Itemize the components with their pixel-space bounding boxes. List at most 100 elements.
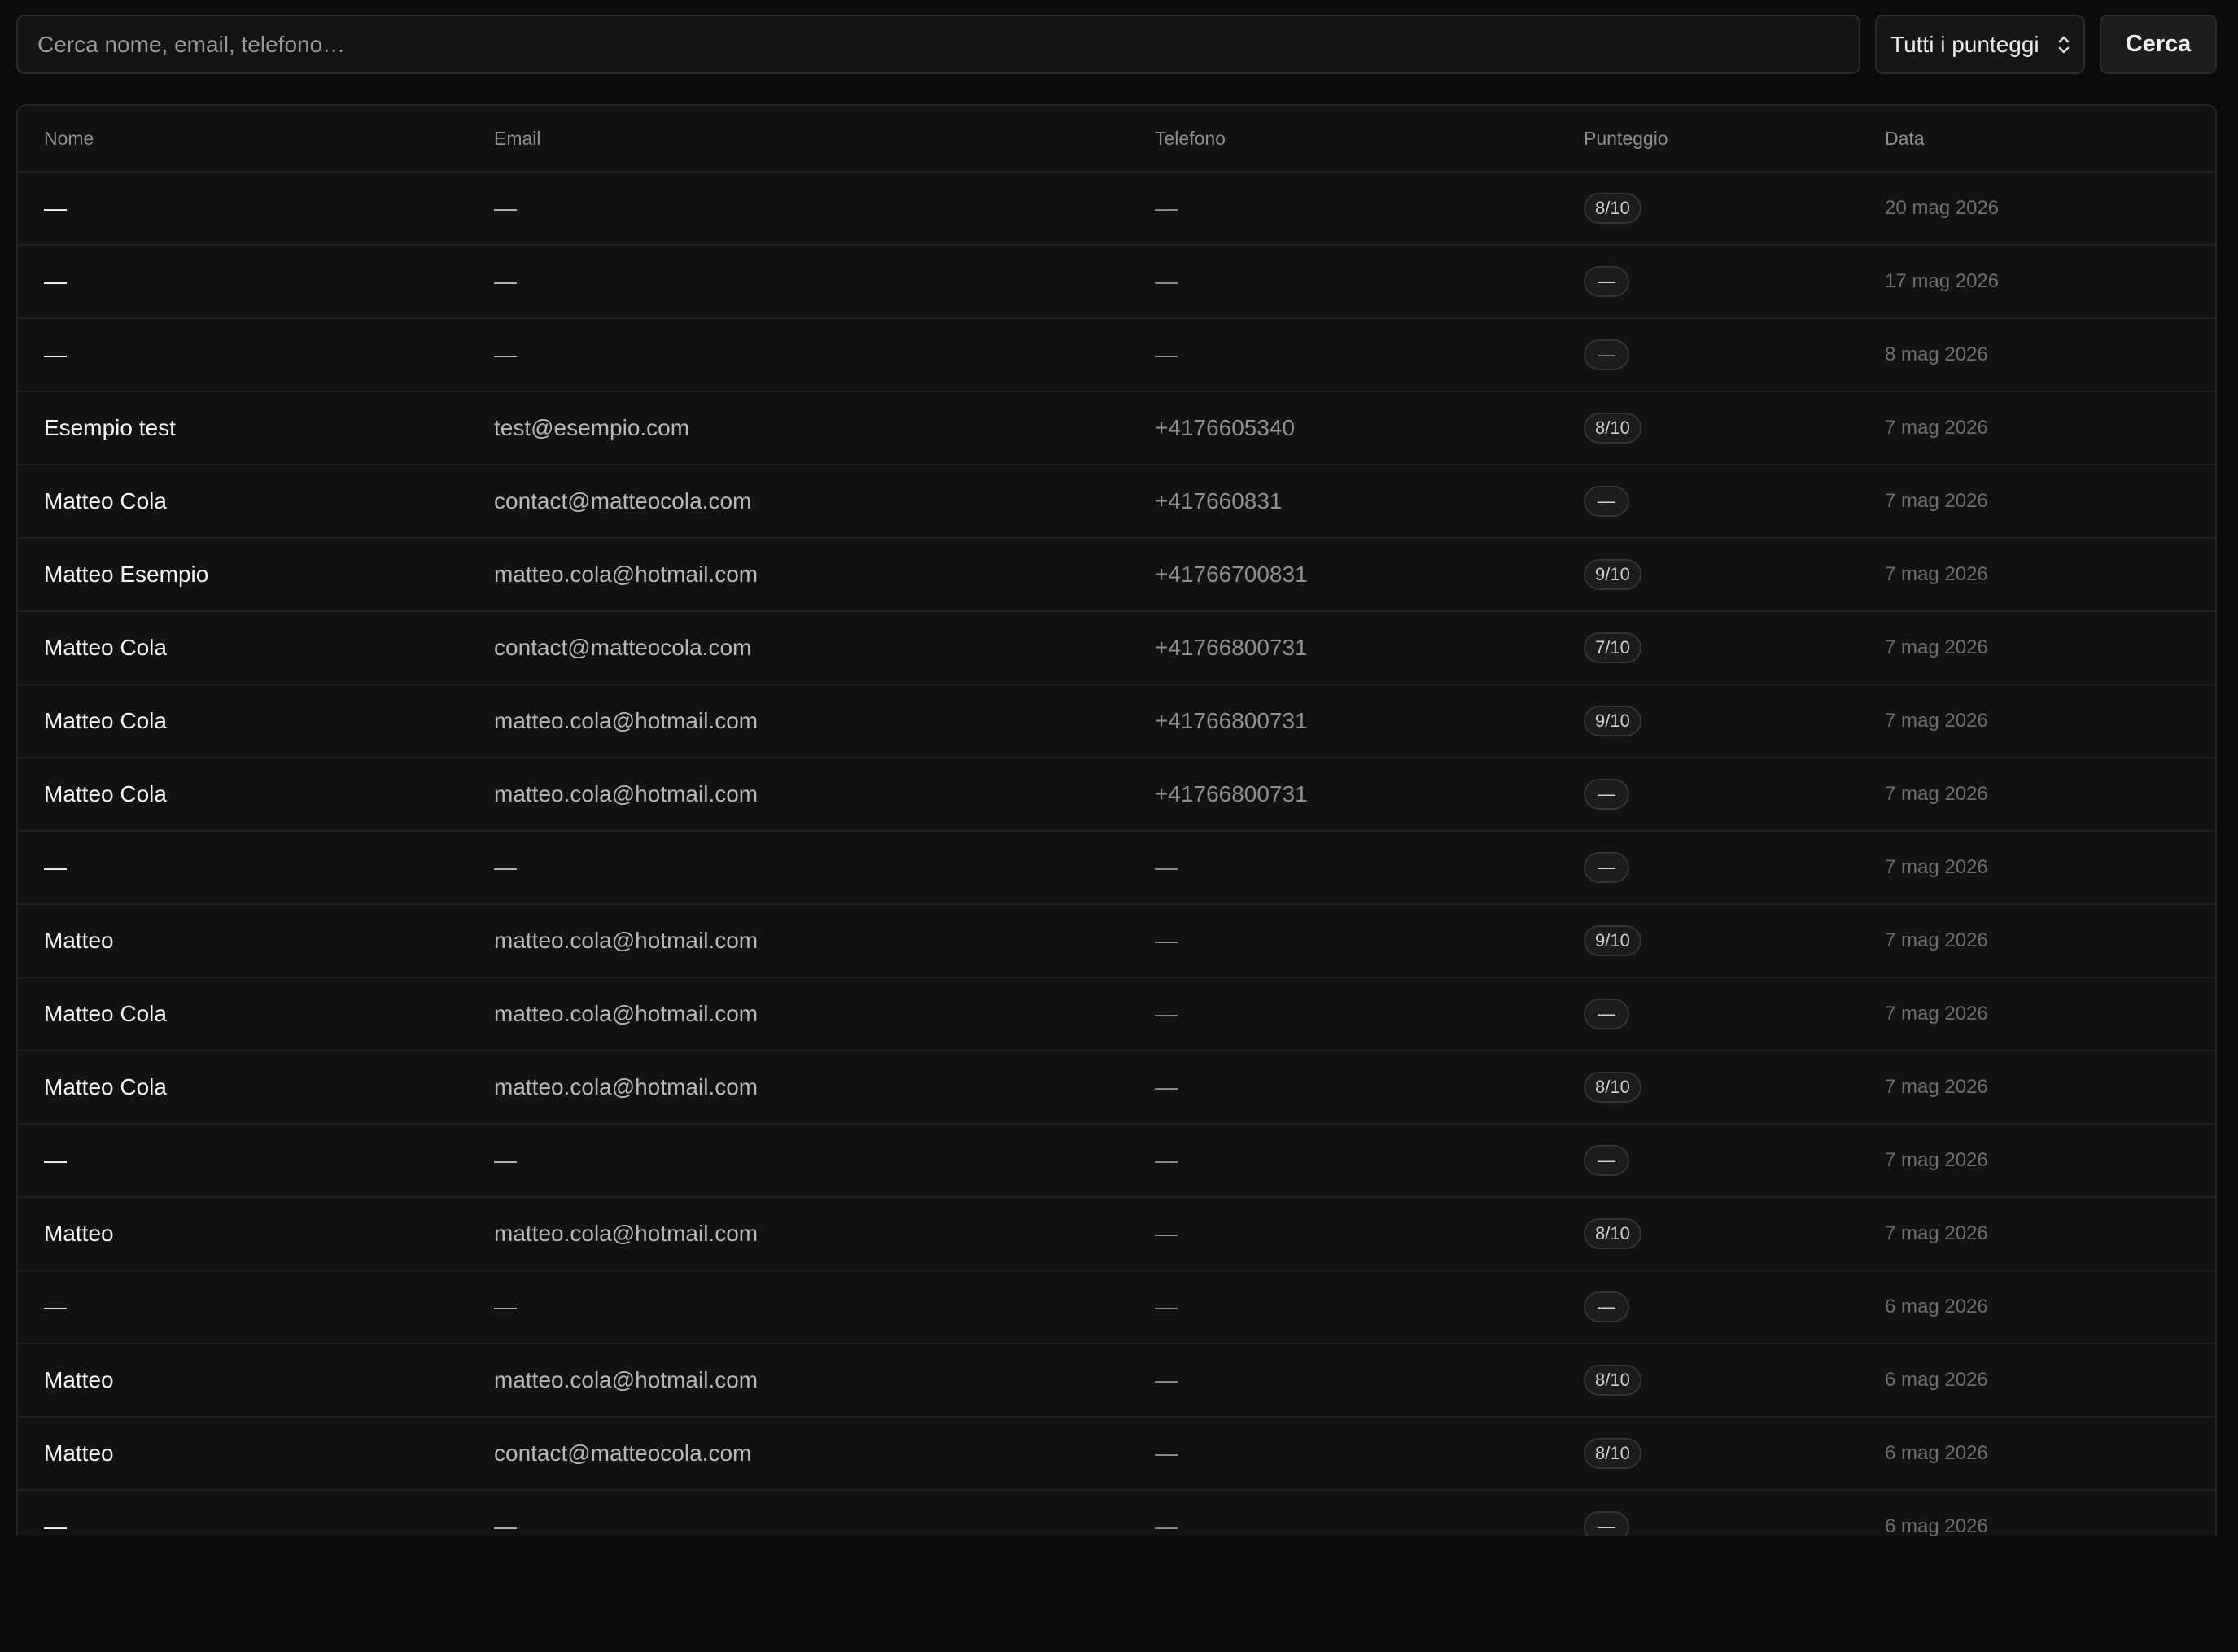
column-header-nome[interactable]: Nome	[18, 106, 468, 173]
cell-nome: Esempio test	[18, 391, 468, 465]
cell-email: matteo.cola@hotmail.com	[468, 684, 1129, 758]
cell-nome: —	[18, 318, 468, 392]
cell-data: 20 mag 2026	[1859, 172, 2215, 246]
cell-nome: —	[18, 831, 468, 905]
cell-nome: Matteo Esempio	[18, 538, 468, 612]
search-button[interactable]: Cerca	[2100, 15, 2217, 74]
cell-nome: —	[18, 1124, 468, 1198]
cell-email: —	[468, 1270, 1129, 1344]
cell-email: matteo.cola@hotmail.com	[468, 1051, 1129, 1125]
cell-telefono: +41766700831	[1129, 538, 1558, 612]
cell-data: 6 mag 2026	[1859, 1490, 2215, 1536]
cell-data: 8 mag 2026	[1859, 318, 2215, 392]
score-badge: 9/10	[1584, 925, 1641, 956]
table-row[interactable]: Matteo matteo.cola@hotmail.com — 8/10 7 mag …	[18, 1197, 2215, 1271]
cell-nome: Matteo	[18, 1344, 468, 1418]
column-header-telefono[interactable]: Telefono	[1129, 106, 1558, 173]
table-row[interactable]: Matteo contact@matteocola.com — 8/10 6 mag 2…	[18, 1417, 2215, 1491]
cell-telefono: +41766800731	[1129, 684, 1558, 758]
table-row[interactable]: — — — —8 mag 2026	[18, 318, 2215, 392]
column-header-email[interactable]: Email	[468, 106, 1129, 173]
cell-data: 7 mag 2026	[1859, 465, 2215, 539]
cell-punteggio: —	[1558, 758, 1859, 832]
score-badge: 7/10	[1584, 632, 1641, 663]
cell-telefono: —	[1129, 1490, 1558, 1536]
cell-punteggio: 9/10	[1558, 538, 1859, 612]
score-badge: —	[1584, 999, 1629, 1029]
cell-nome: Matteo Cola	[18, 758, 468, 832]
search-button-label: Cerca	[2125, 31, 2192, 57]
table-row[interactable]: — — —8/10 20 mag 2026	[18, 172, 2215, 246]
cell-nome: Matteo	[18, 1197, 468, 1271]
score-badge: 8/10	[1584, 1072, 1641, 1103]
score-badge: 8/10	[1584, 1365, 1641, 1396]
cell-punteggio: —	[1558, 831, 1859, 905]
cell-telefono: —	[1129, 172, 1558, 246]
cell-telefono: —	[1129, 1124, 1558, 1198]
cell-punteggio: 8/10	[1558, 172, 1859, 246]
table-row[interactable]: — — — —7 mag 2026	[18, 831, 2215, 905]
cell-nome: Matteo	[18, 1417, 468, 1491]
cell-punteggio: 8/10	[1558, 391, 1859, 465]
cell-punteggio: —	[1558, 1490, 1859, 1536]
cell-email: matteo.cola@hotmail.com	[468, 538, 1129, 612]
toolbar: Tutti i punteggi Cerca	[16, 15, 2217, 77]
column-header-data[interactable]: Data	[1859, 106, 2215, 173]
table-row[interactable]: Esempio test test@esempio.com +4176605340 8…	[18, 391, 2215, 465]
table-row[interactable]: — — — —6 mag 2026	[18, 1490, 2215, 1536]
cell-data: 7 mag 2026	[1859, 1197, 2215, 1271]
cell-data: 6 mag 2026	[1859, 1417, 2215, 1491]
cell-data: 7 mag 2026	[1859, 758, 2215, 832]
cell-telefono: +4176605340	[1129, 391, 1558, 465]
cell-punteggio: —	[1558, 465, 1859, 539]
score-badge: —	[1584, 1145, 1629, 1176]
cell-email: —	[468, 245, 1129, 319]
cell-data: 6 mag 2026	[1859, 1344, 2215, 1418]
table-row[interactable]: Matteo matteo.cola@hotmail.com — 8/10 6 mag …	[18, 1344, 2215, 1418]
cell-email: matteo.cola@hotmail.com	[468, 977, 1129, 1051]
cell-punteggio: 8/10	[1558, 1344, 1859, 1418]
cell-data: 7 mag 2026	[1859, 684, 2215, 758]
cell-data: 7 mag 2026	[1859, 391, 2215, 465]
cell-nome: —	[18, 1270, 468, 1344]
table-row[interactable]: Matteo Esempio matteo.cola@hotmail.com +41…	[18, 538, 2215, 612]
table-row[interactable]: Matteo Cola contact@matteocola.com +417660…	[18, 465, 2215, 539]
cell-email: —	[468, 831, 1129, 905]
table-row[interactable]: Matteo matteo.cola@hotmail.com — 9/10 7 mag …	[18, 904, 2215, 978]
cell-telefono: +41766800731	[1129, 611, 1558, 685]
score-filter-label: Tutti i punteggi	[1890, 31, 2039, 57]
cell-telefono: +41766800731	[1129, 758, 1558, 832]
score-badge: 8/10	[1584, 193, 1641, 224]
cell-nome: Matteo Cola	[18, 465, 468, 539]
score-filter-select[interactable]: Tutti i punteggi	[1875, 15, 2085, 74]
table-row[interactable]: — — — —17 mag 2026	[18, 245, 2215, 319]
cell-punteggio: —	[1558, 977, 1859, 1051]
cell-email: —	[468, 318, 1129, 392]
cell-punteggio: 9/10	[1558, 684, 1859, 758]
cell-nome: Matteo	[18, 904, 468, 978]
chevron-up-down-icon	[2058, 36, 2070, 54]
cell-nome: —	[18, 172, 468, 246]
column-header-punteggio[interactable]: Punteggio	[1558, 106, 1859, 173]
score-badge: —	[1584, 266, 1629, 297]
table-row[interactable]: — — — —7 mag 2026	[18, 1124, 2215, 1198]
cell-data: 7 mag 2026	[1859, 977, 2215, 1051]
table-row[interactable]: Matteo Cola matteo.cola@hotmail.com — —7 ma…	[18, 977, 2215, 1051]
cell-telefono: —	[1129, 318, 1558, 392]
search-input[interactable]	[16, 15, 1860, 74]
table-row[interactable]: Matteo Cola matteo.cola@hotmail.com +41766…	[18, 684, 2215, 758]
score-badge: —	[1584, 852, 1629, 883]
score-badge: —	[1584, 1291, 1629, 1322]
table-row[interactable]: — — — —6 mag 2026	[18, 1270, 2215, 1344]
cell-punteggio: —	[1558, 1124, 1859, 1198]
cell-telefono: +417660831	[1129, 465, 1558, 539]
score-badge: 8/10	[1584, 413, 1641, 444]
table-row[interactable]: Matteo Cola contact@matteocola.com +417668…	[18, 611, 2215, 685]
score-badge: —	[1584, 339, 1629, 370]
cell-punteggio: 7/10	[1558, 611, 1859, 685]
table-row[interactable]: Matteo Cola matteo.cola@hotmail.com +41766…	[18, 758, 2215, 832]
cell-telefono: —	[1129, 245, 1558, 319]
cell-telefono: —	[1129, 977, 1558, 1051]
cell-email: matteo.cola@hotmail.com	[468, 1197, 1129, 1271]
table-row[interactable]: Matteo Cola matteo.cola@hotmail.com — 8/10 7…	[18, 1051, 2215, 1125]
